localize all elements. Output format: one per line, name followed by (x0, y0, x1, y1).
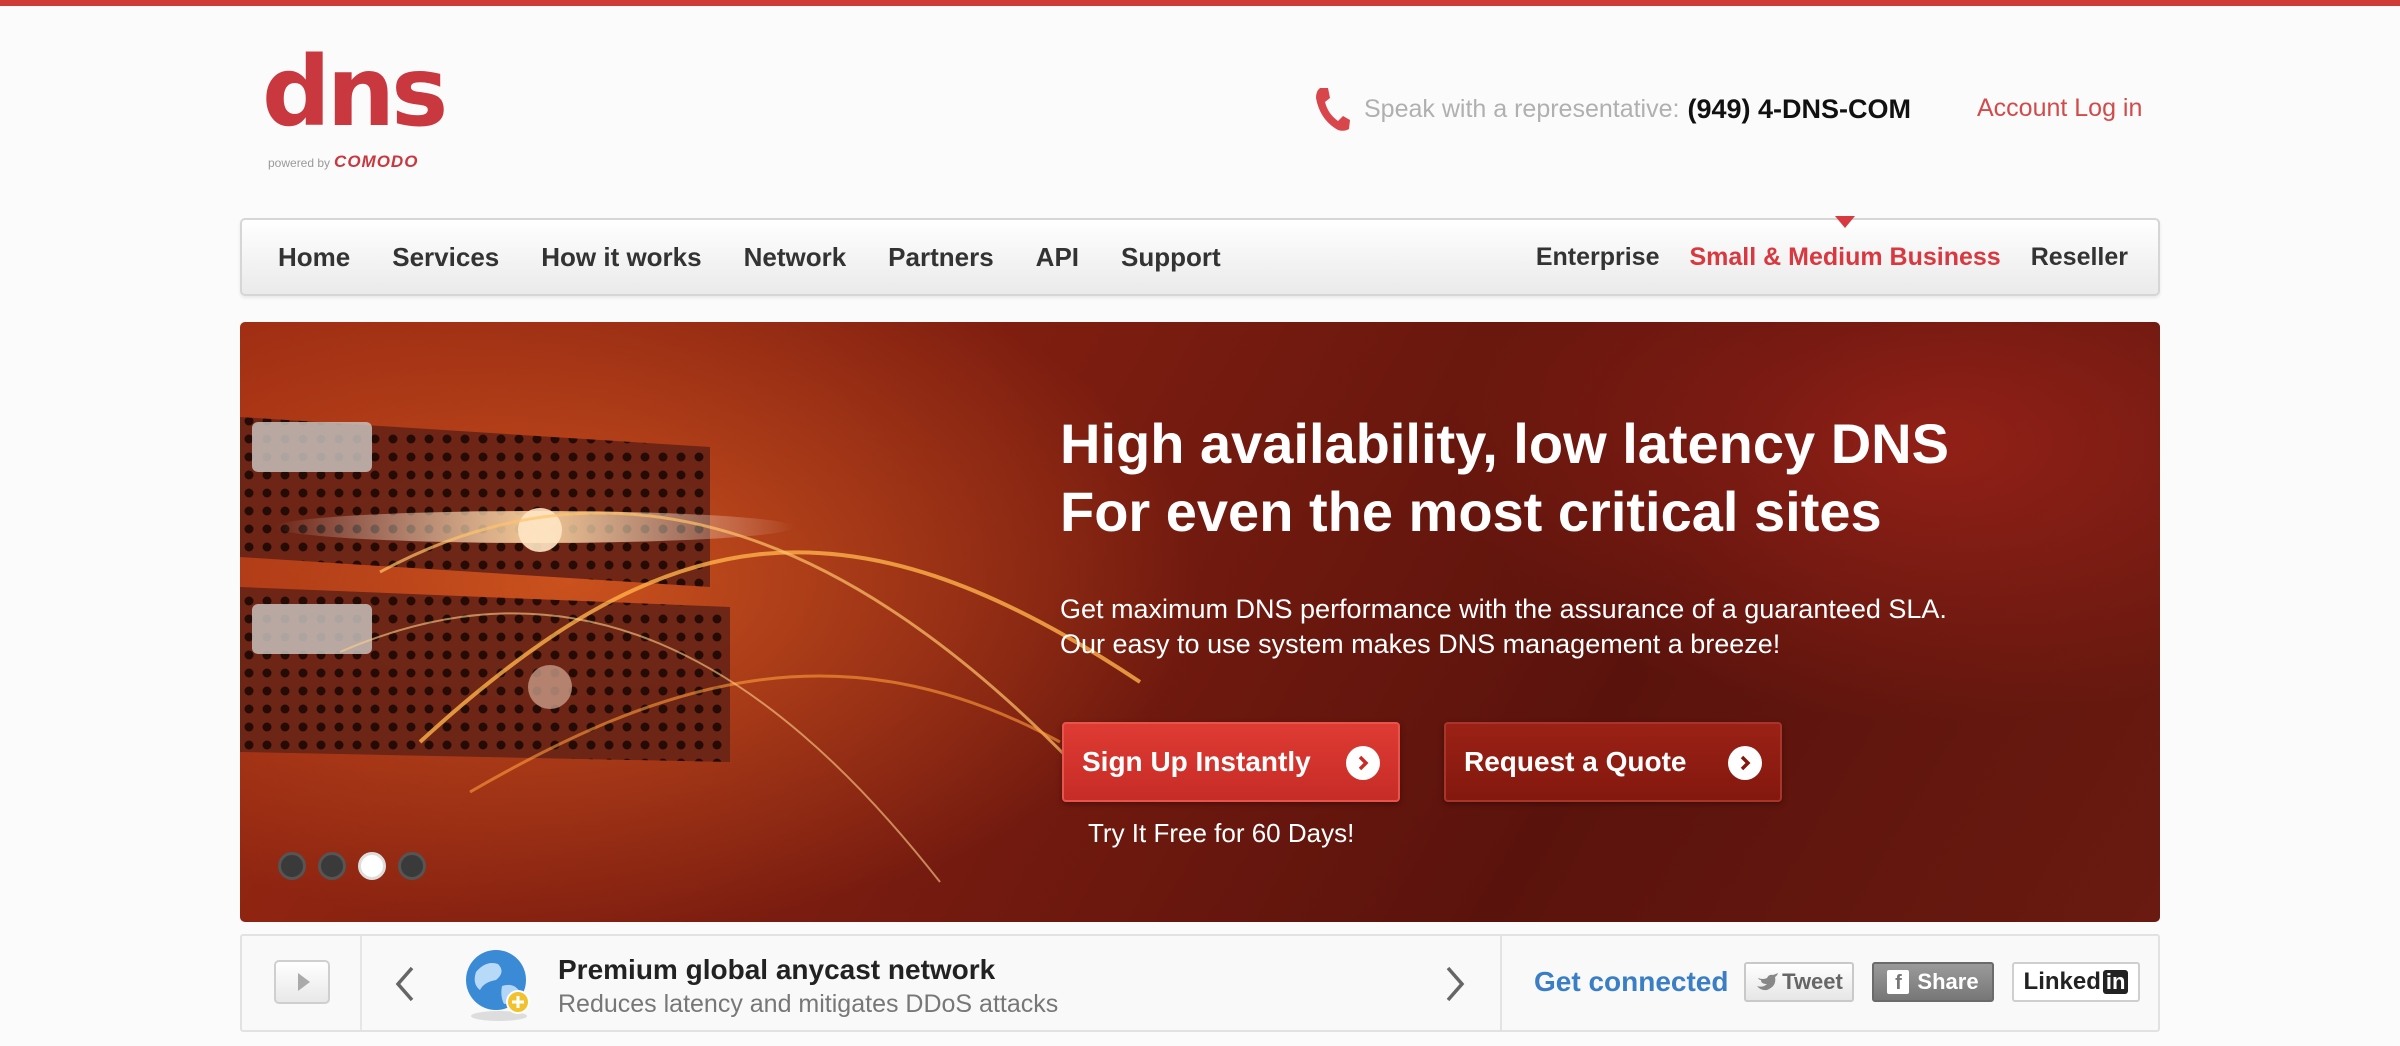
sign-up-label: Sign Up Instantly (1082, 746, 1311, 777)
play-cell (242, 936, 362, 1030)
hero-description: Get maximum DNS performance with the ass… (1060, 592, 1947, 662)
request-quote-button[interactable]: Request a Quote (1444, 722, 1782, 802)
nav-how-it-works[interactable]: How it works (541, 242, 701, 273)
free-trial-note: Try It Free for 60 Days! (1088, 818, 1355, 848)
globe-icon (466, 950, 530, 1021)
carousel-dot-4[interactable] (398, 852, 426, 880)
active-caret-icon (1835, 215, 1856, 228)
nav-partners[interactable]: Partners (888, 242, 994, 273)
phone-contact: Speak with a representative: (949) 4-DNS… (1312, 84, 1911, 134)
powered-by-brand: COMODO (334, 152, 419, 171)
play-icon (298, 973, 310, 991)
powered-by-text: powered by (268, 156, 331, 170)
account-login-link[interactable]: Account Log in (1977, 94, 2142, 123)
strip-divider (1500, 936, 1502, 1030)
arrow-right-circle-icon (1346, 746, 1380, 780)
get-connected-heading: Get connected (1534, 966, 1729, 997)
chevron-right-icon[interactable] (1440, 962, 1470, 1006)
speak-label: Speak with a representative: (1364, 94, 1680, 123)
nav-small-medium-business[interactable]: Small & Medium Business (1689, 215, 2001, 272)
tweet-button[interactable]: Tweet (1744, 962, 1854, 1002)
sign-up-button[interactable]: Sign Up Instantly (1062, 722, 1400, 802)
carousel-dots (278, 852, 438, 880)
nav-network[interactable]: Network (744, 242, 847, 273)
play-button[interactable] (274, 960, 330, 1004)
top-accent-bar (0, 0, 2400, 6)
arrow-right-circle-icon (1728, 746, 1762, 780)
carousel-dot-2[interactable] (318, 852, 346, 880)
share-label: Share (1917, 969, 1979, 994)
hero-banner: High availability, low latency DNS For e… (240, 322, 2160, 922)
linkedin-label: Linked (2023, 968, 2101, 995)
nav-services[interactable]: Services (392, 242, 499, 273)
feature-title: Premium global anycast network (558, 954, 996, 985)
facebook-icon: f (1887, 970, 1910, 994)
linkedin-in-icon: in (2102, 970, 2129, 994)
tweet-label: Tweet (1782, 969, 1843, 994)
twitter-bird-icon (1757, 973, 1779, 991)
chevron-left-icon[interactable] (390, 962, 420, 1006)
phone-number[interactable]: (949) 4-DNS-COM (1687, 94, 1911, 125)
logo-powered-by: powered by COMODO (268, 152, 418, 172)
hero-desc-line-2: Our easy to use system makes DNS managem… (1060, 629, 1781, 659)
nav-home[interactable]: Home (278, 242, 350, 273)
hero-title-line-2: For even the most critical sites (1060, 480, 1882, 543)
feature-strip: Premium global anycast network Reduces l… (240, 934, 2160, 1032)
feature-subtitle: Reduces latency and mitigates DDoS attac… (558, 990, 1059, 1018)
facebook-share-button[interactable]: f Share (1872, 962, 1994, 1002)
hero-title: High availability, low latency DNS For e… (1060, 410, 1949, 546)
nav-reseller[interactable]: Reseller (2031, 243, 2128, 272)
hero-desc-line-1: Get maximum DNS performance with the ass… (1060, 594, 1947, 624)
carousel-dot-3[interactable] (358, 852, 386, 880)
nav-smb-label: Small & Medium Business (1689, 242, 2001, 271)
linkedin-button[interactable]: Linked in (2012, 962, 2140, 1002)
main-nav: Home Services How it works Network Partn… (240, 215, 2160, 296)
dns-logo[interactable]: dns powered by COMODO (262, 36, 448, 174)
nav-support[interactable]: Support (1121, 242, 1221, 273)
logo-wordmark: dns (262, 36, 448, 148)
carousel-dot-1[interactable] (278, 852, 306, 880)
hero-title-line-1: High availability, low latency DNS (1060, 412, 1949, 475)
nav-api[interactable]: API (1036, 242, 1079, 273)
request-quote-label: Request a Quote (1464, 746, 1687, 777)
nav-enterprise[interactable]: Enterprise (1536, 243, 1660, 272)
nav-right-group: Enterprise Small & Medium Business Resel… (1506, 215, 2128, 294)
nav-left-group: Home Services How it works Network Partn… (278, 220, 1263, 294)
phone-icon (1316, 88, 1350, 131)
